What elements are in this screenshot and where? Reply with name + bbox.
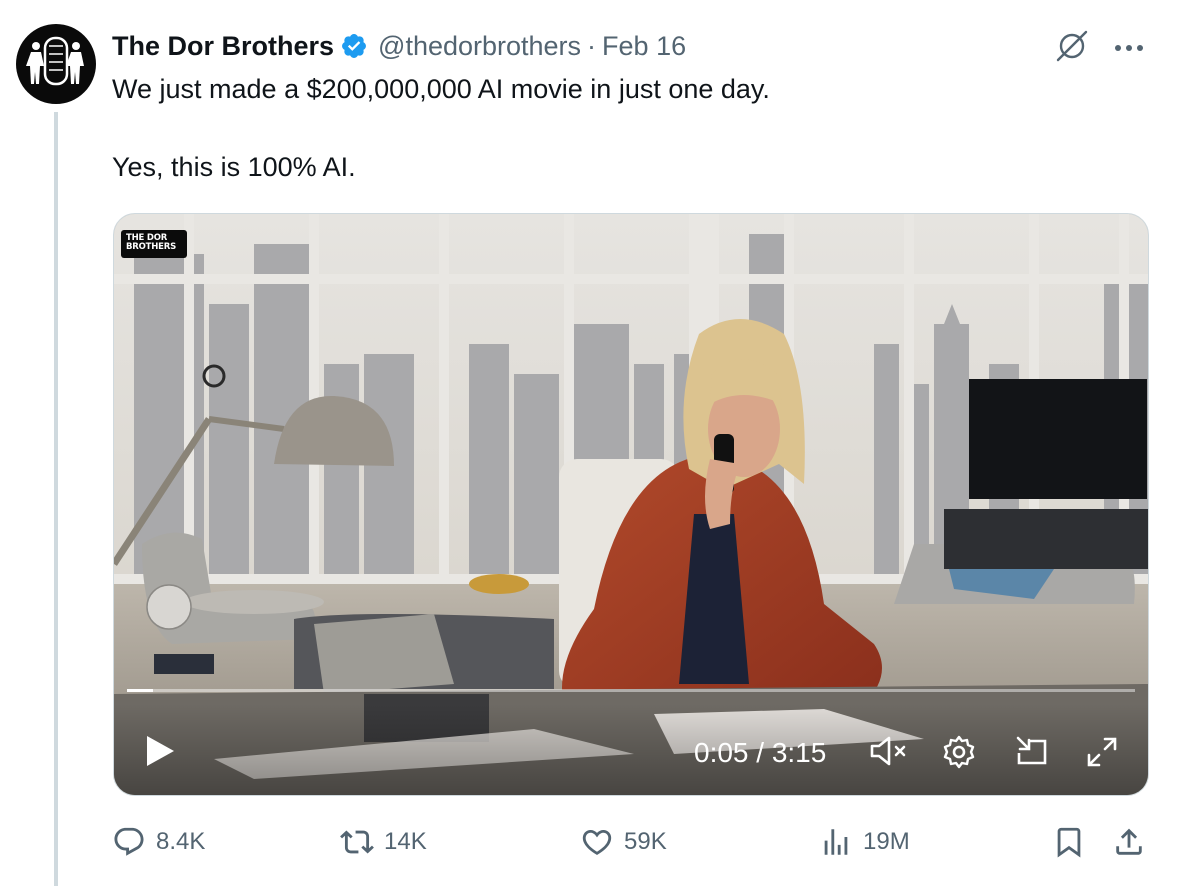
video-player[interactable]: THE DOR BROTHERS 0:05 / 3:15 [113,213,1149,796]
video-progress-fill [127,689,153,692]
video-progress-bar[interactable] [127,689,1135,692]
tweet-header: The Dor Brothers @thedorbrothers · Feb 1… [112,26,686,66]
avatar[interactable] [16,24,96,104]
verified-badge-icon[interactable] [340,32,368,60]
repost-button[interactable]: 14K [340,820,427,864]
repost-count: 14K [384,828,427,855]
video-frame [114,214,1148,795]
more-icon[interactable] [1114,40,1144,58]
bookmark-button[interactable] [1052,820,1086,864]
separator-dot: · [587,30,597,61]
pip-icon[interactable] [1014,734,1050,775]
video-time: 0:05 / 3:15 [694,737,827,768]
tweet-date[interactable]: Feb 16 [602,31,686,62]
thread-line [54,112,58,886]
watermark-line: BROTHERS [126,242,177,252]
like-button[interactable]: 59K [580,820,667,864]
channel-watermark: THE DOR BROTHERS [121,230,187,258]
tweet-action-bar: 8.4K 14K 59K 19M [112,820,1152,864]
tweet-text: We just made a $200,000,000 AI movie in … [112,70,770,187]
views-button[interactable]: 19M [819,820,910,864]
like-count: 59K [624,828,667,855]
fullscreen-icon[interactable] [1084,734,1120,775]
settings-icon[interactable] [941,734,977,775]
reply-button[interactable]: 8.4K [112,820,205,864]
play-icon[interactable] [144,734,176,773]
reply-icon [112,825,146,859]
mute-icon[interactable] [869,734,909,773]
tweet-top-actions [1052,26,1144,71]
author-name[interactable]: The Dor Brothers [112,31,334,62]
share-icon [1112,825,1146,859]
like-icon [580,825,614,859]
grok-icon[interactable] [1052,26,1092,71]
tweet-text-line: We just made a $200,000,000 AI movie in … [112,74,770,104]
avatar-logo-icon [26,36,84,86]
tweet-text-line: Yes, this is 100% AI. [112,152,356,182]
author-handle[interactable]: @thedorbrothers [378,31,581,62]
share-button[interactable] [1112,820,1146,864]
reply-count: 8.4K [156,828,206,855]
views-count: 19M [863,828,910,855]
views-icon [819,825,853,859]
video-controls: 0:05 / 3:15 [114,724,1148,784]
bookmark-icon [1052,825,1086,859]
repost-icon [340,825,374,859]
